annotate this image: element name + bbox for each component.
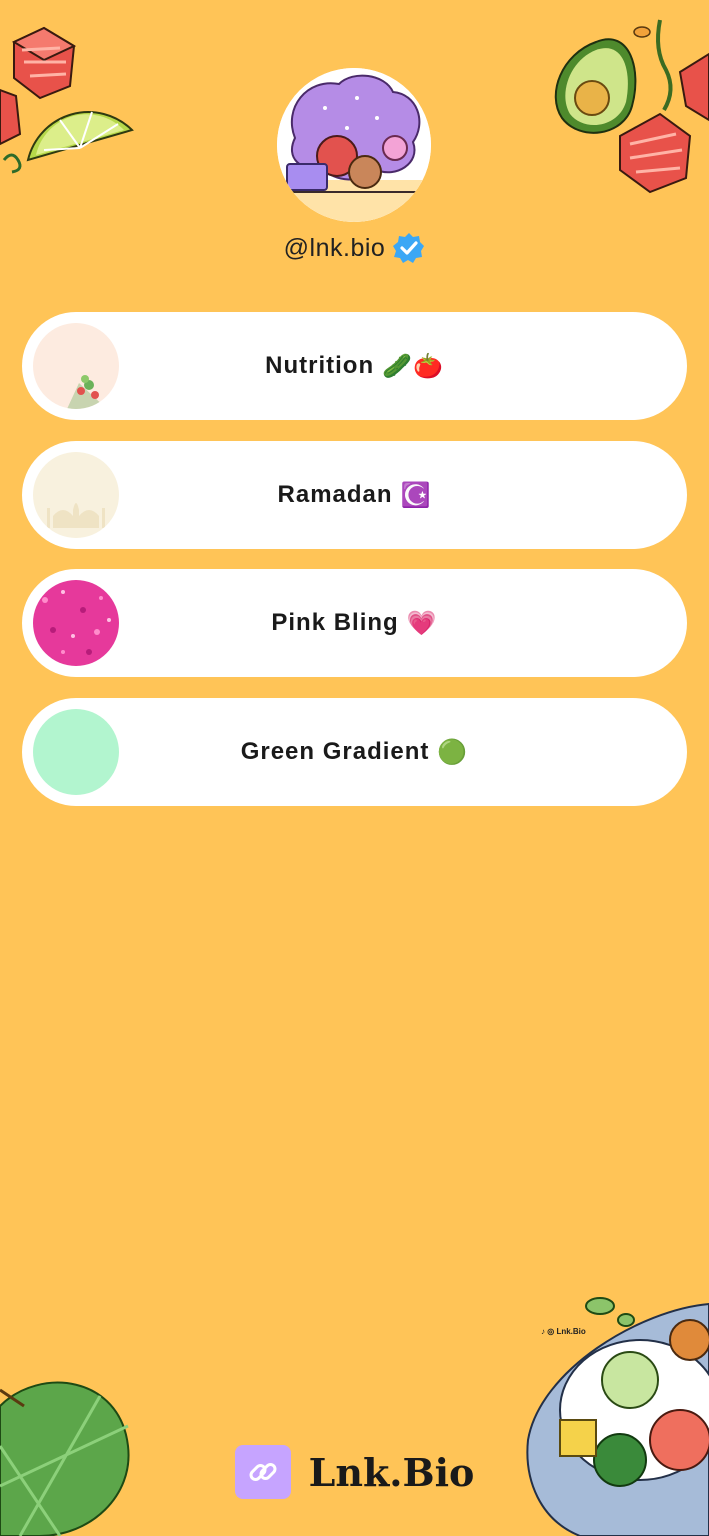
link-emoji: 🟢 (437, 738, 469, 766)
link-emoji: 💗 (406, 609, 438, 637)
food-decoration-top-left (0, 26, 134, 174)
brand-logo (234, 1445, 291, 1499)
link-label: Green Gradient (240, 738, 430, 765)
link-label-row: Pink Bling 💗 (22, 569, 687, 677)
footer-brand[interactable]: Lnk.Bio (0, 1445, 709, 1499)
salmon-cube-icon (11, 26, 77, 100)
link-label-row: Nutrition 🥒🍅 (22, 312, 687, 420)
link-label: Ramadan (277, 481, 393, 508)
avocado-icon (554, 38, 637, 134)
verified-badge-icon (393, 233, 425, 263)
food-decoration-top-right (554, 19, 709, 194)
profile-avatar[interactable] (277, 68, 431, 222)
link-label-row: Ramadan ☪️ (22, 441, 687, 549)
lime-slice-icon (26, 111, 134, 162)
cartoon-avatar-icon (277, 68, 431, 222)
profile-handle-row: @lnk.bio (0, 232, 709, 264)
profile-handle: @lnk.bio (283, 233, 386, 262)
bowl-tag-text: Lnk.Bio (556, 1327, 586, 1336)
link-label: Nutrition (265, 352, 375, 379)
link-label-row: Green Gradient 🟢 (22, 698, 687, 806)
link-button-pink-bling[interactable]: Pink Bling 💗 (22, 569, 687, 677)
link-button-green-gradient[interactable]: Green Gradient 🟢 (22, 698, 687, 806)
link-button-nutrition[interactable]: Nutrition 🥒🍅 (22, 312, 687, 420)
bowl-social-tag: ♪ ◎ Lnk.Bio (541, 1327, 586, 1336)
link-emoji: 🥒🍅 (382, 352, 444, 380)
brand-name: Lnk.Bio (308, 1449, 475, 1495)
link-label: Pink Bling (271, 609, 399, 636)
link-button-ramadan[interactable]: Ramadan ☪️ (22, 441, 687, 549)
chain-link-icon (249, 1463, 277, 1481)
link-emoji: ☪️ (400, 481, 432, 509)
